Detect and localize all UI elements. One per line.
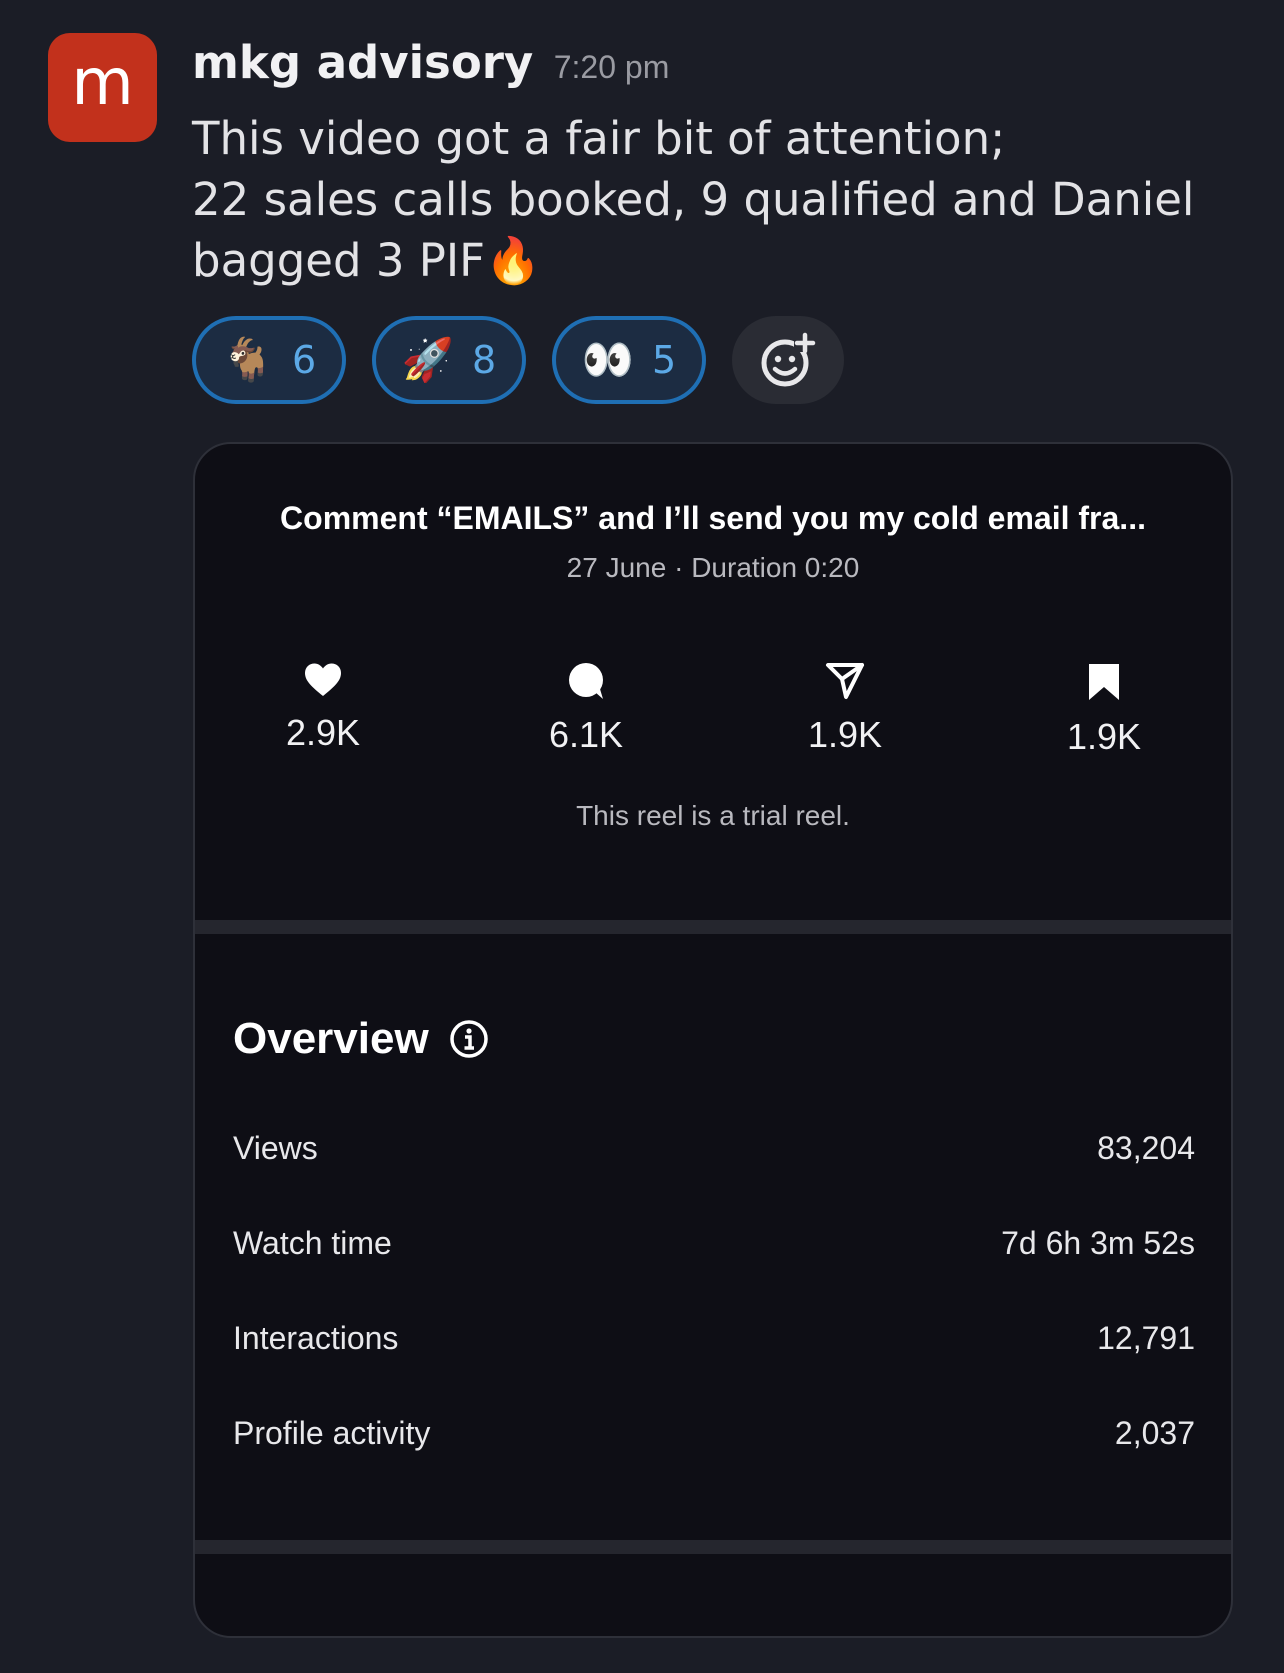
metric-label: Interactions xyxy=(233,1320,399,1356)
metric-value: 83,204 xyxy=(1097,1130,1195,1166)
add-reaction-button[interactable] xyxy=(732,316,844,404)
eyes-icon: 👀 xyxy=(581,336,635,383)
likes-count: 2.9K xyxy=(285,712,361,753)
reaction-count: 6 xyxy=(292,338,317,382)
saves-stat: 1.9K xyxy=(1004,662,1204,758)
reel-title: Comment “EMAILS” and I’ll send you my co… xyxy=(280,500,1146,536)
metric-label: Watch time xyxy=(233,1225,392,1261)
overview-title: Overview xyxy=(233,1014,429,1063)
section-divider xyxy=(195,1540,1231,1554)
bookmark-icon xyxy=(1089,664,1119,700)
sender-name[interactable]: mkg advisory xyxy=(192,36,533,89)
info-icon[interactable] xyxy=(449,1019,489,1059)
metric-row-profile-activity: Profile activity 2,037 xyxy=(233,1415,1195,1452)
overview-heading: Overview xyxy=(233,1014,489,1064)
metric-value: 2,037 xyxy=(1114,1415,1195,1451)
reel-meta: 27 June · Duration 0:20 xyxy=(566,552,860,583)
reaction-count: 5 xyxy=(652,338,677,382)
metric-row-views: Views 83,204 xyxy=(233,1130,1195,1167)
shares-stat: 1.9K xyxy=(745,662,945,756)
message-line: 22 sales calls booked, 9 qualified and D… xyxy=(192,173,1195,226)
likes-stat: 2.9K xyxy=(223,662,423,754)
reaction-bar: 🐐 6 🚀 8 👀 5 xyxy=(192,316,844,404)
comments-stat: 6.1K xyxy=(486,662,686,756)
comments-count: 6.1K xyxy=(548,714,624,755)
message-body: This video got a fair bit of attention; … xyxy=(192,108,1252,291)
message-line: bagged 3 PIF🔥 xyxy=(192,234,542,287)
reaction-goat[interactable]: 🐐 6 xyxy=(192,316,346,404)
section-divider xyxy=(195,920,1231,934)
metric-row-watch-time: Watch time 7d 6h 3m 52s xyxy=(233,1225,1195,1262)
comment-icon xyxy=(569,663,603,699)
avatar[interactable]: m xyxy=(48,33,157,142)
reaction-count: 8 xyxy=(472,338,497,382)
trial-reel-note: This reel is a trial reel. xyxy=(576,800,850,831)
metric-value: 12,791 xyxy=(1097,1320,1195,1356)
reel-insights-card[interactable]: Comment “EMAILS” and I’ll send you my co… xyxy=(193,442,1233,1638)
metric-label: Views xyxy=(233,1130,318,1166)
reaction-rocket[interactable]: 🚀 8 xyxy=(372,316,526,404)
saves-count: 1.9K xyxy=(1066,716,1142,757)
message-header: mkg advisory 7:20 pm xyxy=(192,36,669,89)
send-icon xyxy=(826,663,864,699)
goat-icon: 🐐 xyxy=(221,336,275,383)
rocket-icon: 🚀 xyxy=(401,336,455,383)
metric-label: Profile activity xyxy=(233,1415,431,1451)
metric-value: 7d 6h 3m 52s xyxy=(1001,1225,1195,1261)
message-timestamp[interactable]: 7:20 pm xyxy=(554,49,670,85)
reaction-eyes[interactable]: 👀 5 xyxy=(552,316,706,404)
add-emoji-icon xyxy=(761,332,816,387)
message-line: This video got a fair bit of attention; xyxy=(192,112,1006,165)
shares-count: 1.9K xyxy=(807,714,883,755)
heart-icon xyxy=(305,663,341,696)
metric-row-interactions: Interactions 12,791 xyxy=(233,1320,1195,1357)
